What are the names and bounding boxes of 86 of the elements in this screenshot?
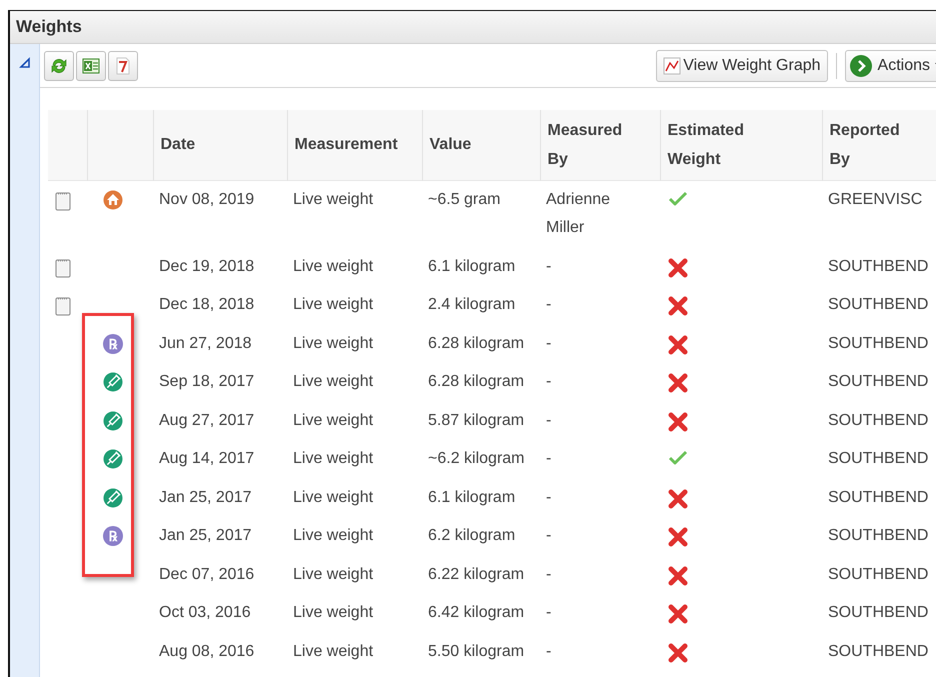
measurement-cell: Live weight	[293, 604, 374, 621]
pdf-export-button[interactable]	[108, 50, 138, 80]
syringe-icon	[103, 372, 123, 392]
measured-by-cell: -	[546, 642, 552, 660]
panel-title: Weights	[16, 16, 82, 38]
date-cell: Jun 27, 2018	[159, 334, 252, 352]
reported-by-cell: SOUTHBEND	[828, 566, 928, 582]
measurement-cell: Live weight	[293, 258, 374, 274]
notepad-icon[interactable]	[55, 190, 71, 210]
value-cell: 6.28 kilogram	[428, 373, 524, 390]
house-icon	[103, 190, 123, 210]
measurement-cell: Live weight	[293, 334, 374, 352]
value-cell: ~6.2 kilogram	[428, 450, 524, 467]
measurement-cell: Live weight	[293, 566, 374, 582]
measurement-cell: Live weight	[293, 488, 374, 506]
measurement-cell: Live weight	[293, 296, 374, 313]
chevron-circle-icon	[848, 54, 873, 78]
measured-by-cell: Adrienne Miller	[546, 190, 610, 236]
column-header[interactable]: Date	[160, 130, 196, 160]
reported-by-cell: SOUTHBEND	[828, 527, 928, 544]
notepad-icon[interactable]	[55, 296, 71, 316]
column-header[interactable]: Measurement	[294, 130, 398, 160]
column-header[interactable]: Estimated Weight	[668, 116, 768, 174]
refresh-button[interactable]	[44, 50, 74, 80]
value-cell: 6.1 kilogram	[428, 488, 516, 506]
syringe-icon	[103, 449, 123, 469]
reported-by-cell: SOUTHBEND	[828, 334, 928, 352]
prescription-icon: ℞	[103, 334, 123, 354]
reported-by-cell: SOUTHBEND	[828, 296, 928, 313]
column-header[interactable]: Reported By	[830, 116, 920, 174]
measurement-cell: Live weight	[293, 642, 374, 660]
actions-button[interactable]: Actions	[844, 50, 936, 82]
measurement-cell: Live weight	[293, 373, 374, 390]
reported-by-cell: SOUTHBEND	[828, 450, 928, 467]
date-cell: Dec 07, 2016	[159, 566, 254, 582]
measurement-cell: Live weight	[293, 450, 374, 467]
value-cell: 6.2 kilogram	[428, 527, 516, 544]
prescription-icon: ℞	[103, 526, 123, 546]
measured-by-cell: -	[546, 334, 552, 352]
date-cell: Sep 18, 2017	[159, 373, 254, 390]
date-cell: Nov 08, 2019	[159, 190, 254, 208]
reported-by-cell: GREENVISC	[828, 190, 922, 208]
value-cell: 6.22 kilogram	[428, 566, 524, 582]
reported-by-cell: SOUTHBEND	[828, 258, 928, 274]
syringe-icon	[103, 410, 123, 430]
date-cell: Dec 18, 2018	[159, 296, 254, 313]
measured-by-cell: -	[546, 373, 552, 390]
column-header[interactable]: Measured By	[548, 116, 640, 174]
value-cell: 5.50 kilogram	[428, 642, 524, 660]
measured-by-cell: -	[546, 566, 552, 582]
spreadsheet-export-button[interactable]	[76, 50, 106, 80]
measured-by-cell: -	[546, 296, 552, 313]
value-cell: 6.1 kilogram	[428, 258, 516, 274]
value-cell: 6.28 kilogram	[428, 334, 524, 352]
measurement-cell: Live weight	[293, 412, 374, 428]
value-cell: ~6.5 gram	[428, 190, 500, 208]
reported-by-cell: SOUTHBEND	[828, 412, 928, 428]
column-header[interactable]: Value	[430, 130, 472, 160]
measured-by-cell: -	[546, 450, 552, 467]
spreadsheet-icon	[81, 56, 101, 76]
measured-by-cell: -	[546, 604, 552, 621]
date-cell: Oct 03, 2016	[159, 604, 251, 621]
date-cell: Jan 25, 2017	[159, 488, 252, 506]
reported-by-cell: SOUTHBEND	[828, 488, 928, 506]
date-cell: Aug 27, 2017	[159, 412, 254, 428]
value-cell: 6.42 kilogram	[428, 604, 524, 621]
line-graph-icon	[663, 56, 682, 74]
date-cell: Aug 14, 2017	[159, 450, 254, 467]
date-cell: Jan 25, 2017	[159, 527, 252, 544]
measured-by-cell: -	[546, 258, 552, 274]
measurement-cell: Live weight	[293, 190, 374, 208]
date-cell: Dec 19, 2018	[159, 258, 254, 274]
measured-by-cell: -	[546, 488, 552, 506]
measured-by-cell: -	[546, 527, 552, 544]
value-cell: 5.87 kilogram	[428, 412, 524, 428]
date-cell: Aug 08, 2016	[159, 642, 254, 660]
syringe-icon	[103, 488, 123, 508]
reported-by-cell: SOUTHBEND	[828, 642, 928, 660]
measured-by-cell: -	[546, 412, 552, 428]
collapse-triangle-icon[interactable]	[19, 57, 31, 69]
reported-by-cell: SOUTHBEND	[828, 604, 928, 621]
reported-by-cell: SOUTHBEND	[828, 373, 928, 390]
notepad-icon[interactable]	[55, 258, 71, 278]
view-graph-button[interactable]: View Weight Graph	[656, 50, 828, 82]
measurement-cell: Live weight	[293, 527, 374, 544]
value-cell: 2.4 kilogram	[428, 296, 516, 313]
